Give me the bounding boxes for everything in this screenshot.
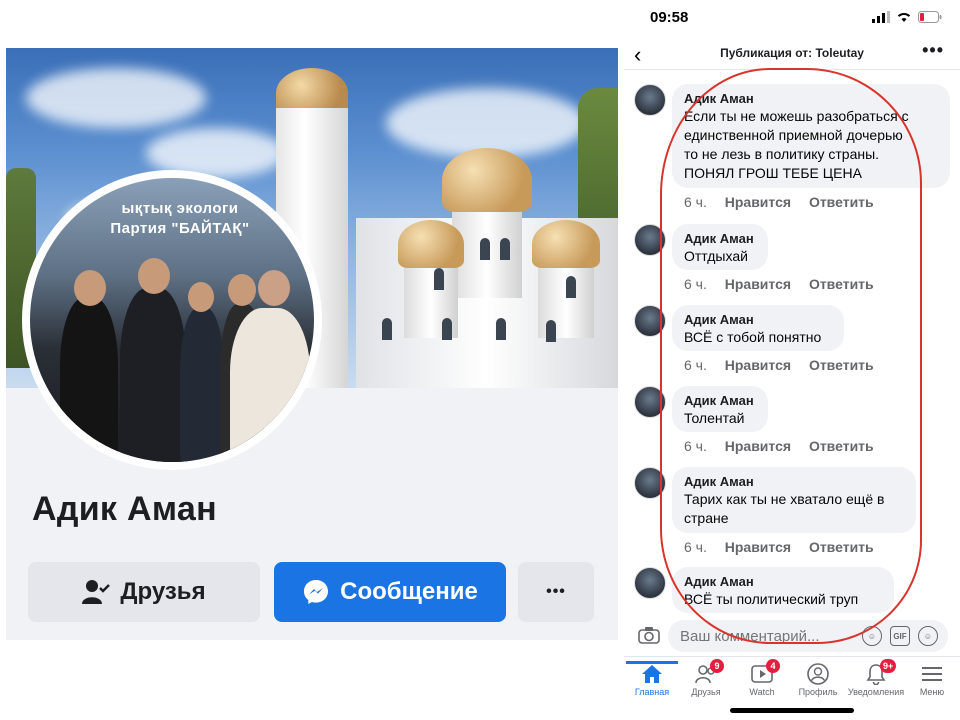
profile-avatar[interactable]: ықтық экологи Партия "БАЙТАҚ" [22,170,322,470]
notifications-badge: 9+ [880,659,897,673]
watch-badge: 4 [766,659,780,673]
comment-time: 6 ч. [684,194,707,210]
post-title: Публикация от: Toleutay [720,46,864,60]
avatar[interactable] [634,305,666,337]
comment-bubble[interactable]: Адик Аман Если ты не можешь разобраться … [672,84,950,188]
home-indicator [730,708,854,713]
comment-text: Оттдыхай [684,248,748,264]
comment-author[interactable]: Адик Аман [684,474,904,490]
avatar[interactable] [634,386,666,418]
composer-icons: ☺ GIF ☺ [862,626,938,646]
comment-bubble[interactable]: Адик Аман Толентай [672,386,768,432]
comment-actions: 6 ч. Нравится Ответить [684,276,888,292]
reply-link[interactable]: Ответить [809,438,874,454]
nav-home[interactable]: Главная [624,661,680,697]
comment-actions: 6 ч. Нравится Ответить [684,539,888,555]
nav-label: Главная [634,687,670,697]
status-bar: 09:58 [624,0,960,36]
more-options-button[interactable]: ••• [518,562,594,622]
nav-friends[interactable]: 9 Друзья [678,659,734,697]
post-header: ‹ Публикация от: Toleutay ••• [624,38,960,70]
nav-menu[interactable]: Меню [904,661,960,697]
nav-label: Watch [749,687,775,697]
wifi-icon [897,13,911,22]
comment-time: 6 ч. [684,539,707,555]
reply-link[interactable]: Ответить [809,539,874,555]
friends-button-label: Друзья [120,578,206,605]
comment-bubble[interactable]: Адик Аман ВСЁ с тобой понятно [672,305,844,351]
nav-label: Друзья [691,687,721,697]
comment-text: Если ты не можешь разобраться с единстве… [684,108,909,181]
emoji-icon[interactable]: ☺ [918,626,938,646]
nav-label: Уведомления [847,687,905,697]
menu-icon [922,667,942,681]
like-link[interactable]: Нравится [725,357,791,373]
reply-link[interactable]: Ответить [809,194,874,210]
message-button-label: Сообщение [340,578,478,605]
comment-bubble[interactable]: Адик Аман ВСЁ ты политический труп [672,567,894,613]
message-button[interactable]: Сообщение [274,562,506,622]
messenger-icon [304,580,329,604]
comment-text: Тарих как ты не хватало ещё в стране [684,491,885,526]
avatar-caption-line2: Партия "БАЙТАҚ" [110,220,250,237]
avatar[interactable] [634,84,666,116]
post-more-icon[interactable]: ••• [922,40,944,61]
nav-notifications[interactable]: 9+ Уведомления [846,659,906,697]
comment-time: 6 ч. [684,276,707,292]
profile-panel: ықтық экологи Партия "БАЙТАҚ" Адик Аман [6,48,618,640]
comment-composer: ☺ GIF ☺ [624,618,960,654]
like-link[interactable]: Нравится [725,438,791,454]
profile-name: Адик Аман [32,490,217,528]
friends-badge: 9 [710,659,724,673]
avatar-caption-line1: ықтық экологи [121,200,239,217]
comment-author[interactable]: Адик Аман [684,574,882,590]
screenshot-composite: ықтық экологи Партия "БАЙТАҚ" Адик Аман [0,0,960,720]
profile-icon [807,663,829,685]
friend-check-icon [82,580,111,604]
comment-author[interactable]: Адик Аман [684,91,938,107]
friends-button[interactable]: Друзья [28,562,260,622]
avatar[interactable] [634,567,666,599]
comment-author[interactable]: Адик Аман [684,312,832,328]
home-icon [642,665,662,683]
camera-icon[interactable] [638,626,660,644]
more-dots-icon: ••• [546,583,566,600]
status-time: 09:58 [650,9,689,26]
comment-time: 6 ч. [684,438,707,454]
sticker-icon[interactable]: ☺ [862,626,882,646]
like-link[interactable]: Нравится [725,276,791,292]
nav-watch[interactable]: 4 Watch [734,659,790,697]
phone-screen: 09:58 ‹ Публикация от: Toleutay ••• Адик… [624,0,960,720]
comment-bubble[interactable]: Адик Аман Тарих как ты не хватало ещё в … [672,467,916,533]
comment-author[interactable]: Адик Аман [684,393,756,409]
comment-actions: 6 ч. Нравится Ответить [684,438,888,454]
comment-bubble[interactable]: Адик Аман Оттдыхай [672,224,768,270]
nav-profile[interactable]: Профиль [790,661,846,697]
comment-author[interactable]: Адик Аман [684,231,756,247]
comment-time: 6 ч. [684,357,707,373]
avatar[interactable] [634,467,666,499]
comment-actions: 6 ч. Нравится Ответить [684,357,888,373]
nav-label: Меню [919,687,945,697]
reply-link[interactable]: Ответить [809,357,874,373]
bottom-navigation: Главная 9 Друзья 4 Watch Профиль 9+ Увед… [624,656,960,708]
gif-icon[interactable]: GIF [890,626,910,646]
avatar[interactable] [634,224,666,256]
comment-text: ВСЁ ты политический труп [684,591,859,607]
avatar-photo: ықтық экологи Партия "БАЙТАҚ" [30,178,314,462]
nav-label: Профиль [798,687,838,697]
comment-text: Толентай [684,410,745,426]
battery-icon [918,11,942,23]
status-icons [872,11,942,23]
signal-icon [872,11,890,23]
comment-actions: 6 ч. Нравится Ответить [684,194,888,210]
comment-text: ВСЁ с тобой понятно [684,329,822,345]
like-link[interactable]: Нравится [725,539,791,555]
reply-link[interactable]: Ответить [809,276,874,292]
like-link[interactable]: Нравится [725,194,791,210]
